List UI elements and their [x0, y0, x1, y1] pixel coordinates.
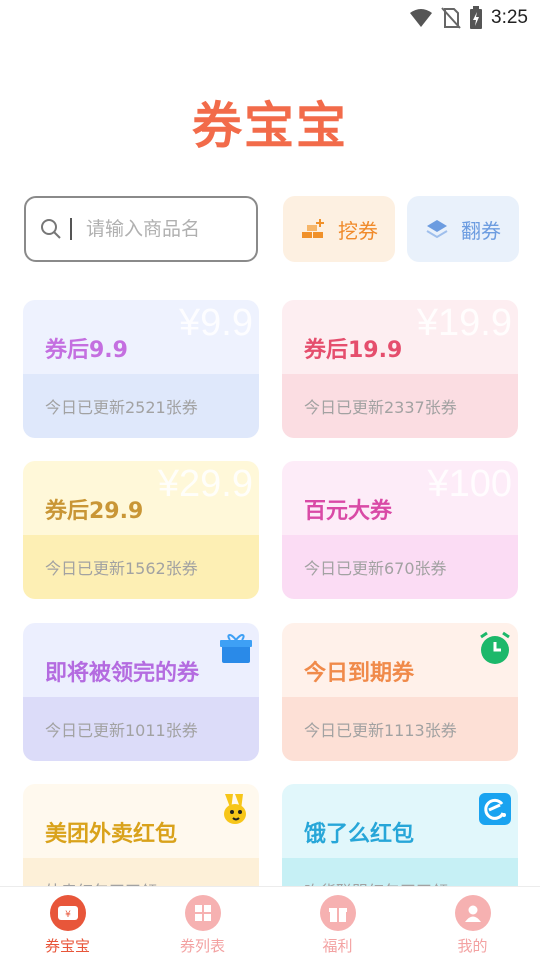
search-box[interactable]: [24, 196, 258, 262]
dig-coupon-label: 挖券: [338, 218, 378, 243]
no-sim-icon: [441, 7, 461, 29]
tab-mine[interactable]: 我的: [405, 887, 540, 960]
alarm-clock-icon: [480, 631, 510, 664]
card-update-count: 今日已更新1011张券: [45, 721, 198, 740]
card-after-19-9[interactable]: ¥19.9 券后19.9 今日已更新2337张券: [282, 300, 518, 438]
gift-box-icon: [319, 895, 356, 931]
card-price-watermark: ¥19.9: [416, 302, 512, 344]
meituan-icon: [224, 794, 246, 824]
status-time: 3:25: [491, 7, 528, 28]
bottom-tab-bar: ¥ 券宝宝 券列表 福利 我的: [0, 886, 540, 960]
card-almost-gone[interactable]: 即将被领完的券 今日已更新1011张券: [23, 623, 259, 761]
card-update-count: 今日已更新1113张券: [304, 721, 457, 740]
card-expiring-today[interactable]: 今日到期券 今日已更新1113张券: [282, 623, 518, 761]
card-title: 百元大券: [304, 499, 393, 524]
card-update-count: 今日已更新1562张券: [45, 559, 198, 578]
coupon-icon: ¥: [49, 895, 86, 931]
status-bar: 3:25: [0, 0, 540, 36]
card-after-9-9[interactable]: ¥9.9 券后9.9 今日已更新2521张券: [23, 300, 259, 438]
card-title: 即将被领完的券: [45, 661, 200, 686]
flip-coupon-label: 翻券: [461, 218, 501, 243]
grid-icon: [184, 895, 221, 931]
card-title: 券后9.9: [45, 338, 128, 363]
user-icon: [454, 895, 491, 931]
flip-coupon-button[interactable]: 翻券: [407, 196, 519, 262]
gift-icon: [220, 634, 252, 663]
card-title: 今日到期券: [304, 661, 415, 686]
text-cursor: [70, 218, 72, 240]
tab-coupon-list[interactable]: 券列表: [135, 887, 270, 960]
card-price-watermark: ¥9.9: [179, 302, 253, 344]
card-hundred-yuan[interactable]: ¥100 百元大券 今日已更新670张券: [282, 461, 518, 599]
tab-label: 券列表: [179, 937, 225, 955]
card-price-watermark: ¥100: [427, 463, 512, 505]
status-icons: 3:25: [409, 6, 528, 30]
dig-coupon-button[interactable]: 挖券: [283, 196, 395, 262]
wifi-icon: [410, 9, 433, 27]
svg-text:¥: ¥: [65, 910, 71, 920]
card-update-count: 今日已更新2337张券: [304, 398, 457, 417]
eleme-icon: [479, 793, 511, 825]
card-after-29-9[interactable]: ¥29.9 券后29.9 今日已更新1562张券: [23, 461, 259, 599]
card-title: 美团外卖红包: [45, 822, 178, 847]
tab-label: 我的: [457, 937, 488, 955]
search-icon: [41, 219, 61, 239]
layers-icon: [426, 220, 448, 239]
card-price-watermark: ¥29.9: [157, 463, 253, 505]
card-title: 券后29.9: [45, 499, 144, 524]
tab-welfare[interactable]: 福利: [270, 887, 405, 960]
app-logo-title: 券宝宝: [192, 97, 348, 155]
card-update-count: 今日已更新2521张券: [45, 398, 198, 417]
tab-label: 券宝宝: [44, 937, 90, 955]
card-title: 饿了么红包: [304, 822, 415, 847]
card-update-count: 今日已更新670张券: [304, 559, 447, 578]
battery-charging-icon: [470, 6, 483, 29]
dig-icon: [302, 219, 324, 238]
card-title: 券后19.9: [304, 338, 403, 363]
search-input[interactable]: [86, 218, 226, 240]
tab-label: 福利: [322, 937, 353, 955]
tab-home[interactable]: ¥ 券宝宝: [0, 887, 135, 960]
